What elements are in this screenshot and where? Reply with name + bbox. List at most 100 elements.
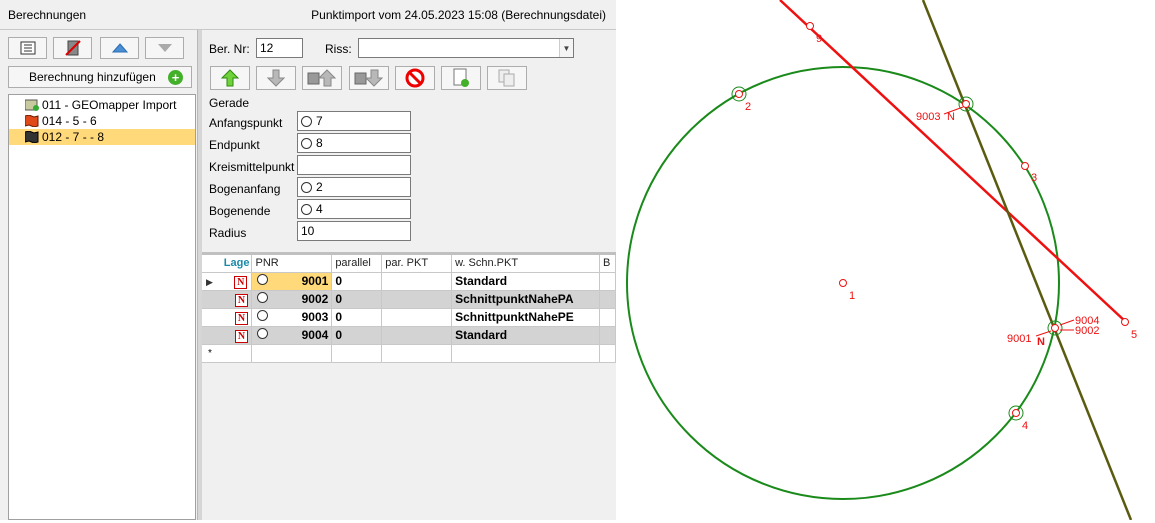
point-4-label: 4	[1022, 420, 1028, 432]
delete-calculation-button[interactable]	[53, 37, 92, 59]
point-radio-icon	[257, 274, 269, 285]
tree-item-014[interactable]: 014 - 5 - 6	[9, 113, 195, 129]
pnr-cell[interactable]: 9002	[251, 290, 333, 309]
point-9004-leader	[1059, 319, 1075, 326]
row-indicator-cell[interactable]: N	[202, 308, 253, 327]
b-cell[interactable]	[599, 272, 617, 291]
new-row[interactable]: *	[202, 344, 617, 363]
point-3-marker[interactable]	[1021, 162, 1029, 170]
pnr-cell[interactable]: 9003	[251, 308, 333, 327]
col-parallel[interactable]: parallel	[331, 255, 383, 273]
tree-item-label: 012 - 7 - - 8	[42, 130, 105, 144]
point-radio-icon	[257, 292, 269, 303]
cancel-button[interactable]	[395, 66, 435, 90]
point-9-marker[interactable]	[806, 22, 814, 30]
ber-nr-input[interactable]: 12	[256, 38, 303, 58]
endpunkt-value: 8	[316, 136, 323, 150]
par-pkt-cell[interactable]	[381, 308, 453, 327]
schn-pkt-cell[interactable]: SchnittpunktNahePE	[451, 308, 600, 327]
table-row[interactable]: N 9004 0 Standard	[202, 326, 617, 345]
point-radio-icon	[301, 181, 312, 193]
point-9001-marker[interactable]	[1051, 324, 1059, 332]
b-cell[interactable]	[599, 326, 617, 345]
col-schn-pkt[interactable]: w. Schn.PKT	[451, 255, 600, 273]
parallel-cell[interactable]: 0	[331, 326, 383, 345]
par-pkt-cell[interactable]	[381, 290, 453, 309]
col-b[interactable]: B	[599, 255, 617, 273]
b-cell[interactable]	[599, 290, 617, 309]
parallel-cell[interactable]: 0	[331, 290, 383, 309]
col-par-pkt[interactable]: par. PKT	[381, 255, 453, 273]
pnr-value: 9003	[301, 310, 329, 324]
calculation-tree[interactable]: 011 - GEOmapper Import 014 - 5 - 6 012 -…	[8, 94, 196, 520]
pnr-cell[interactable]: 9001	[251, 272, 333, 291]
table-row[interactable]: N 9002 0 SchnittpunktNahePA	[202, 290, 617, 309]
riss-select[interactable]: ▼	[358, 38, 574, 58]
map-drawing[interactable]: 9 2 9003 N 3 1 5 9001 N 9004 9002 4	[616, 0, 1155, 521]
schn-pkt-cell[interactable]: Standard	[451, 272, 600, 291]
new-row-cell[interactable]	[251, 344, 333, 363]
copy-button[interactable]	[487, 66, 527, 90]
map-canvas[interactable]: 9 2 9003 N 3 1 5 9001 N 9004 9002 4	[616, 0, 1155, 521]
block-down-icon	[354, 69, 384, 87]
tree-item-012[interactable]: 012 - 7 - - 8	[9, 129, 195, 145]
new-row-cell[interactable]	[381, 344, 453, 363]
add-calculation-label: Berechnung hinzufügen	[29, 70, 156, 84]
par-pkt-cell[interactable]	[381, 326, 453, 345]
col-lage[interactable]: Lage	[202, 255, 253, 273]
point-2-label: 2	[745, 101, 751, 113]
point-1-marker[interactable]	[839, 279, 847, 287]
pnr-cell[interactable]: 9004	[251, 326, 333, 345]
point-9003-marker[interactable]	[962, 100, 970, 108]
block-up-button[interactable]	[302, 66, 342, 90]
point-9001-label: 9001	[1007, 333, 1031, 345]
kreismittelpunkt-field[interactable]	[297, 155, 411, 175]
point-9002-label: 9002	[1075, 325, 1099, 337]
parallel-cell[interactable]: 0	[331, 308, 383, 327]
b-cell[interactable]	[599, 308, 617, 327]
table-row[interactable]: ▶ N 9001 0 Standard	[202, 272, 617, 291]
new-row-cell[interactable]	[599, 344, 617, 363]
radius-value: 10	[301, 224, 315, 238]
move-up-button[interactable]	[100, 37, 139, 59]
row-indicator-cell[interactable]: N	[202, 290, 253, 309]
new-row-cell[interactable]	[331, 344, 383, 363]
move-up-green-button[interactable]	[210, 66, 250, 90]
bogenanfang-field[interactable]: 2	[297, 177, 411, 197]
lage-badge: N	[234, 275, 248, 289]
move-down-button[interactable]	[256, 66, 296, 90]
schn-pkt-cell[interactable]: SchnittpunktNahePA	[451, 290, 600, 309]
point-1-label: 1	[849, 290, 855, 302]
add-calculation-button[interactable]: Berechnung hinzufügen +	[8, 66, 192, 88]
move-down-button[interactable]	[145, 37, 184, 59]
bogenende-field[interactable]: 4	[297, 199, 411, 219]
schn-pkt-cell[interactable]: Standard	[451, 326, 600, 345]
point-9003-label: 9003	[916, 111, 940, 123]
point-9003-n-label: N	[947, 111, 955, 123]
new-document-button[interactable]	[441, 66, 481, 90]
ber-nr-value: 12	[260, 41, 274, 55]
ber-nr-label: Ber. Nr:	[209, 42, 250, 56]
point-radio-icon	[257, 310, 269, 321]
table-row[interactable]: N 9003 0 SchnittpunktNahePE	[202, 308, 617, 327]
chevron-down-icon[interactable]: ▼	[559, 39, 573, 57]
tree-item-011[interactable]: 011 - GEOmapper Import	[9, 97, 195, 113]
col-pnr[interactable]: PNR	[251, 255, 333, 273]
red-line	[779, 0, 1127, 323]
radius-field[interactable]: 10	[297, 221, 411, 241]
point-4-marker[interactable]	[1012, 409, 1020, 417]
anfangspunkt-field[interactable]: 7	[297, 111, 411, 131]
block-down-button[interactable]	[349, 66, 389, 90]
row-pointer-icon: ▶	[206, 276, 213, 287]
list-view-button[interactable]	[8, 37, 47, 59]
point-2-marker[interactable]	[735, 90, 743, 98]
row-indicator-cell[interactable]: N	[202, 326, 253, 345]
endpunkt-field[interactable]: 8	[297, 133, 411, 153]
triangle-up-icon	[111, 43, 128, 53]
par-pkt-cell[interactable]	[381, 272, 453, 291]
point-5-marker[interactable]	[1121, 318, 1129, 326]
section-label: Gerade	[209, 96, 250, 110]
row-indicator-cell[interactable]: ▶ N	[202, 272, 253, 291]
parallel-cell[interactable]: 0	[331, 272, 383, 291]
new-row-cell[interactable]	[451, 344, 600, 363]
